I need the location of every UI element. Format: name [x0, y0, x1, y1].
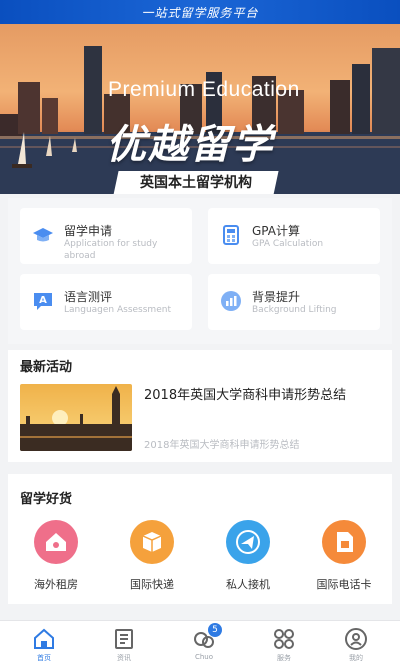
bottom-tab-bar: 首页 资讯 5 Chuo 服务 我的 — [0, 620, 400, 666]
news-thumbnail[interactable] — [20, 384, 132, 451]
package-icon — [130, 520, 174, 564]
service-title: 留学申请 — [64, 224, 113, 238]
goods-label: 私人接机 — [226, 578, 270, 591]
goods-item-rental[interactable]: 海外租房 — [12, 520, 100, 592]
service-subtitle: Background Lifting — [252, 305, 337, 315]
tab-chuo[interactable]: 5 Chuo — [164, 621, 244, 666]
goods-title: 留学好货 — [20, 492, 73, 507]
news-title[interactable]: 2018年英国大学商科申请形势总结 — [144, 384, 346, 403]
chat-icon: 5 — [192, 623, 222, 651]
tab-label: Chuo — [194, 653, 214, 661]
hero-banner[interactable]: Premium Education 优越留学 英国本土留学机构 — [0, 24, 400, 194]
tab-services[interactable]: 服务 — [244, 621, 324, 666]
service-title: 语言测评 — [64, 290, 113, 304]
goods-item-sim-card[interactable]: 国际电话卡 — [300, 520, 388, 592]
grid-icon — [272, 627, 296, 651]
graduation-cap-icon — [33, 228, 53, 242]
service-card-background[interactable]: 背景提升 Background Lifting — [208, 274, 380, 330]
platform-title: 一站式留学服务平台 — [141, 6, 259, 20]
tab-label: 服务 — [277, 654, 291, 662]
news-subtitle: 2018年英国大学商科申请形势总结 — [144, 440, 300, 451]
goods-label: 国际快递 — [130, 578, 174, 591]
goods-item-pickup[interactable]: 私人接机 — [204, 520, 292, 592]
tab-label: 资讯 — [117, 654, 131, 662]
profile-icon — [344, 627, 368, 651]
tab-label: 首页 — [37, 654, 51, 662]
hero-subtitle-plate: 英国本土留学机构 — [113, 171, 279, 194]
goods-label: 海外租房 — [34, 578, 78, 591]
services-panel: 留学申请 Application for study abroad GPA计算 … — [8, 198, 392, 344]
service-card-language[interactable]: A 语言测评 Languagen Assessment — [20, 274, 192, 330]
goods-item-express[interactable]: 国际快递 — [108, 520, 196, 592]
hero-subtitle: 英国本土留学机构 — [140, 175, 252, 191]
svg-text:A: A — [39, 295, 47, 306]
plane-icon — [226, 520, 270, 564]
house-icon — [34, 520, 78, 564]
service-subtitle: GPA Calculation — [252, 239, 324, 249]
tab-home[interactable]: 首页 — [4, 621, 84, 666]
tab-label: 我的 — [349, 654, 363, 662]
goods-label: 国际电话卡 — [316, 578, 372, 591]
service-subtitle: Languagen Assessment — [64, 305, 171, 315]
hero-chinese-title: 优越留学 — [106, 122, 274, 168]
service-card-application[interactable]: 留学申请 Application for study abroad — [20, 208, 192, 264]
service-title: GPA计算 — [252, 224, 300, 238]
home-icon — [32, 627, 56, 651]
app-screen: 一站式留学服务平台 Premium Education 优越留学 英国本土留学机… — [0, 0, 400, 666]
service-subtitle: Application for study abroad — [64, 239, 158, 261]
service-card-gpa[interactable]: GPA计算 GPA Calculation — [208, 208, 380, 264]
notification-badge: 5 — [208, 623, 222, 637]
chat-a-icon: A — [34, 293, 52, 310]
service-title: 背景提升 — [252, 290, 301, 304]
top-banner: 一站式留学服务平台 — [0, 0, 400, 24]
hero-english-title: Premium Education — [108, 78, 300, 101]
tab-news[interactable]: 资讯 — [84, 621, 164, 666]
tab-profile[interactable]: 我的 — [316, 621, 396, 666]
news-icon — [112, 627, 136, 651]
sim-card-icon — [322, 520, 366, 564]
activities-title: 最新活动 — [20, 360, 73, 375]
calculator-icon — [223, 225, 239, 245]
chart-icon — [221, 291, 241, 311]
